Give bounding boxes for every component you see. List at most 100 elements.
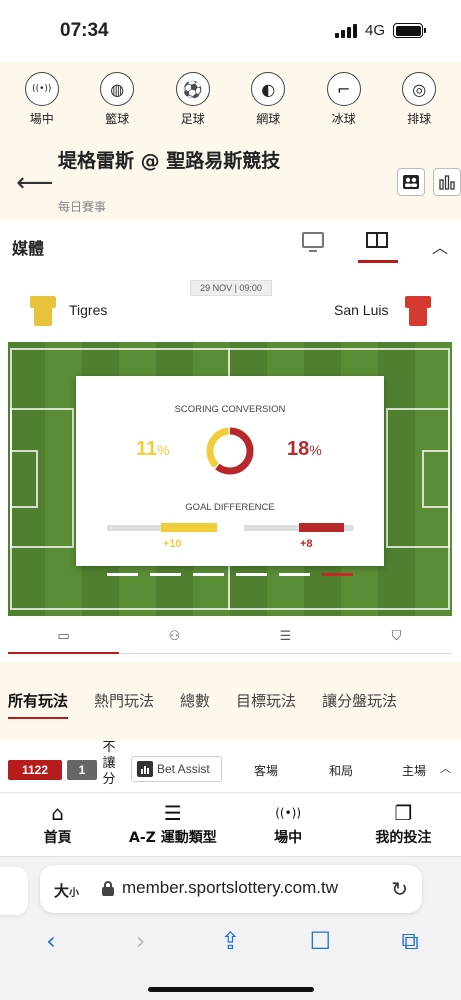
bet-assist-button[interactable]: Bet Assist [131, 756, 222, 782]
home-goal-diff-bar [161, 523, 217, 532]
bottom-nav-label: 首頁 [43, 830, 72, 846]
menu-icon: ☰ [163, 801, 182, 825]
home-icon: ⌂ [51, 801, 64, 825]
market-name: 不讓分 [102, 740, 116, 787]
market-tabs: 所有玩法 熱門玩法 總數 目標玩法 讓分盤玩法 [8, 690, 397, 719]
home-scoring-pct: 11% [136, 438, 170, 460]
browser-forward-icon[interactable]: › [121, 927, 161, 955]
away-team-name: San Luis [334, 302, 389, 318]
col-draw: 和局 [329, 764, 354, 778]
volleyball-icon: ◎ [402, 72, 437, 106]
pager-dot[interactable] [322, 573, 353, 576]
pager-dot[interactable] [236, 573, 267, 576]
sport-item[interactable]: ◎ 排球 [384, 62, 454, 140]
odds-row: 1122 1 不讓分 Bet Assist 客場 和局 主場 ︿ [0, 740, 461, 792]
bottom-nav-item[interactable]: ⌂ 首頁 [0, 793, 115, 856]
battery-icon [393, 23, 426, 38]
text-size-button[interactable]: 大小 [54, 880, 79, 901]
home-jersey-icon [30, 292, 56, 326]
signal-icon [334, 23, 357, 38]
lineup-button[interactable] [397, 168, 425, 196]
network-label: 4G [364, 22, 385, 39]
list-icon: ☰ [279, 629, 292, 644]
col-away: 客場 [254, 764, 279, 778]
sport-label: 冰球 [331, 112, 356, 126]
bottom-nav-label: A-Z 運動類型 [129, 830, 217, 846]
live-broadcast-icon: ((•)) [24, 72, 59, 106]
sport-item[interactable]: ⚽ 足球 [158, 62, 228, 140]
sport-label: 排球 [407, 112, 432, 126]
tab-stats[interactable]: ☰ [230, 620, 341, 653]
pager-dot[interactable] [279, 573, 310, 576]
hockey-stick-icon: ⌐ [326, 72, 361, 106]
market-tab[interactable]: 總數 [180, 690, 210, 719]
market-tab[interactable]: 所有玩法 [8, 690, 69, 719]
media-label: 媒體 [12, 239, 45, 258]
goal-difference-title: GOAL DIFFERENCE [185, 502, 275, 513]
tab-pitch[interactable]: ▭ [8, 620, 119, 654]
match-teams: 29 NOV | 09:00 Tigres San Luis [0, 270, 461, 342]
away-scoring-pct: 18% [287, 438, 322, 460]
bet-slip-icon: ❐ [394, 801, 413, 825]
share-icon[interactable]: ⇪ [210, 927, 250, 955]
stats-card: SCORING CONVERSION 11% 18% GOAL DIFFEREN… [76, 376, 384, 566]
stats-button[interactable] [433, 168, 461, 196]
away-goal-diff-bar [299, 523, 344, 532]
chevron-up-icon[interactable]: ︿ [432, 234, 448, 258]
away-goal-diff: +8 [300, 538, 313, 550]
bookmarks-icon[interactable]: ☐ [300, 927, 340, 955]
market-tab[interactable]: 熱門玩法 [94, 690, 154, 719]
col-home: 主場 [402, 764, 427, 778]
bottom-nav: ⌂ 首頁 ☰ A-Z 運動類型 ((•)) 場中 ❐ 我的投注 [0, 792, 461, 856]
sport-item[interactable]: ⌐ 冰球 [309, 62, 379, 140]
tab-kit[interactable]: ⛉ [341, 620, 452, 653]
bottom-nav-label: 我的投注 [375, 830, 432, 846]
previous-tab-card[interactable] [0, 867, 28, 915]
media-tab-indicator [358, 260, 398, 263]
bottom-nav-label: 場中 [274, 830, 303, 846]
browser-back-icon[interactable]: ‹ [31, 927, 71, 955]
reload-icon[interactable]: ↻ [391, 877, 408, 901]
pitch-view-icon[interactable] [366, 232, 388, 248]
status-time: 07:34 [60, 20, 109, 41]
away-jersey-icon [405, 292, 431, 326]
back-arrow-icon[interactable]: ⟵ [16, 168, 53, 198]
bottom-nav-item[interactable]: ❐ 我的投注 [346, 793, 461, 856]
pager-dot[interactable] [150, 573, 181, 576]
pitch-icon: ▭ [57, 629, 70, 644]
browser-toolbar: 大小 member.sportslottery.com.tw ↻ ‹ › ⇪ ☐… [0, 856, 461, 1000]
home-indicator [148, 987, 314, 992]
sport-item[interactable]: ◐ 網球 [233, 62, 303, 140]
bottom-nav-item[interactable]: ((•)) 場中 [231, 793, 346, 856]
scoring-donut-chart [206, 427, 254, 475]
tab-lineup[interactable]: ⚇ [119, 620, 230, 653]
market-tab[interactable]: 目標玩法 [236, 690, 296, 719]
pager-dot[interactable] [107, 573, 138, 576]
page-subtitle: 每日賽事 [58, 200, 107, 214]
address-bar[interactable]: 大小 member.sportslottery.com.tw ↻ [40, 865, 422, 913]
lineup-icon [403, 175, 419, 189]
market-sub-badge[interactable]: 1 [67, 760, 97, 780]
pager-dot[interactable] [193, 573, 224, 576]
sport-label: 足球 [180, 112, 205, 126]
market-tab[interactable]: 讓分盤玩法 [322, 690, 397, 719]
soccer-ball-icon: ⚽ [175, 72, 210, 106]
tv-icon[interactable] [302, 232, 324, 252]
carousel-pager [107, 573, 353, 576]
media-row: 媒體 ︿ [0, 220, 461, 270]
players-icon: ⚇ [168, 629, 181, 644]
page-title: 堤格雷斯 @ 聖路易斯競技 [58, 150, 281, 172]
detail-tabs: ▭ ⚇ ☰ ⛉ [8, 620, 452, 654]
match-date: 29 NOV | 09:00 [190, 280, 272, 296]
tennis-ball-icon: ◐ [251, 72, 286, 106]
chevron-up-icon[interactable]: ︿ [440, 760, 451, 776]
sport-item[interactable]: ((•)) 場中 [7, 62, 77, 140]
bar-chart-icon [439, 175, 455, 190]
tabs-icon[interactable]: ⧉ [390, 927, 430, 955]
bottom-nav-item[interactable]: ☰ A-Z 運動類型 [115, 793, 230, 856]
match-header: ⟵ 堤格雷斯 @ 聖路易斯競技 每日賽事 [0, 140, 461, 220]
home-goal-diff: +10 [163, 538, 182, 550]
sports-nav: ((•)) 場中 ◍ 籃球 ⚽ 足球 ◐ 網球 ⌐ 冰球 ◎ 排球 [0, 62, 461, 140]
sport-item[interactable]: ◍ 籃球 [82, 62, 152, 140]
market-count-badge[interactable]: 1122 [8, 760, 62, 780]
